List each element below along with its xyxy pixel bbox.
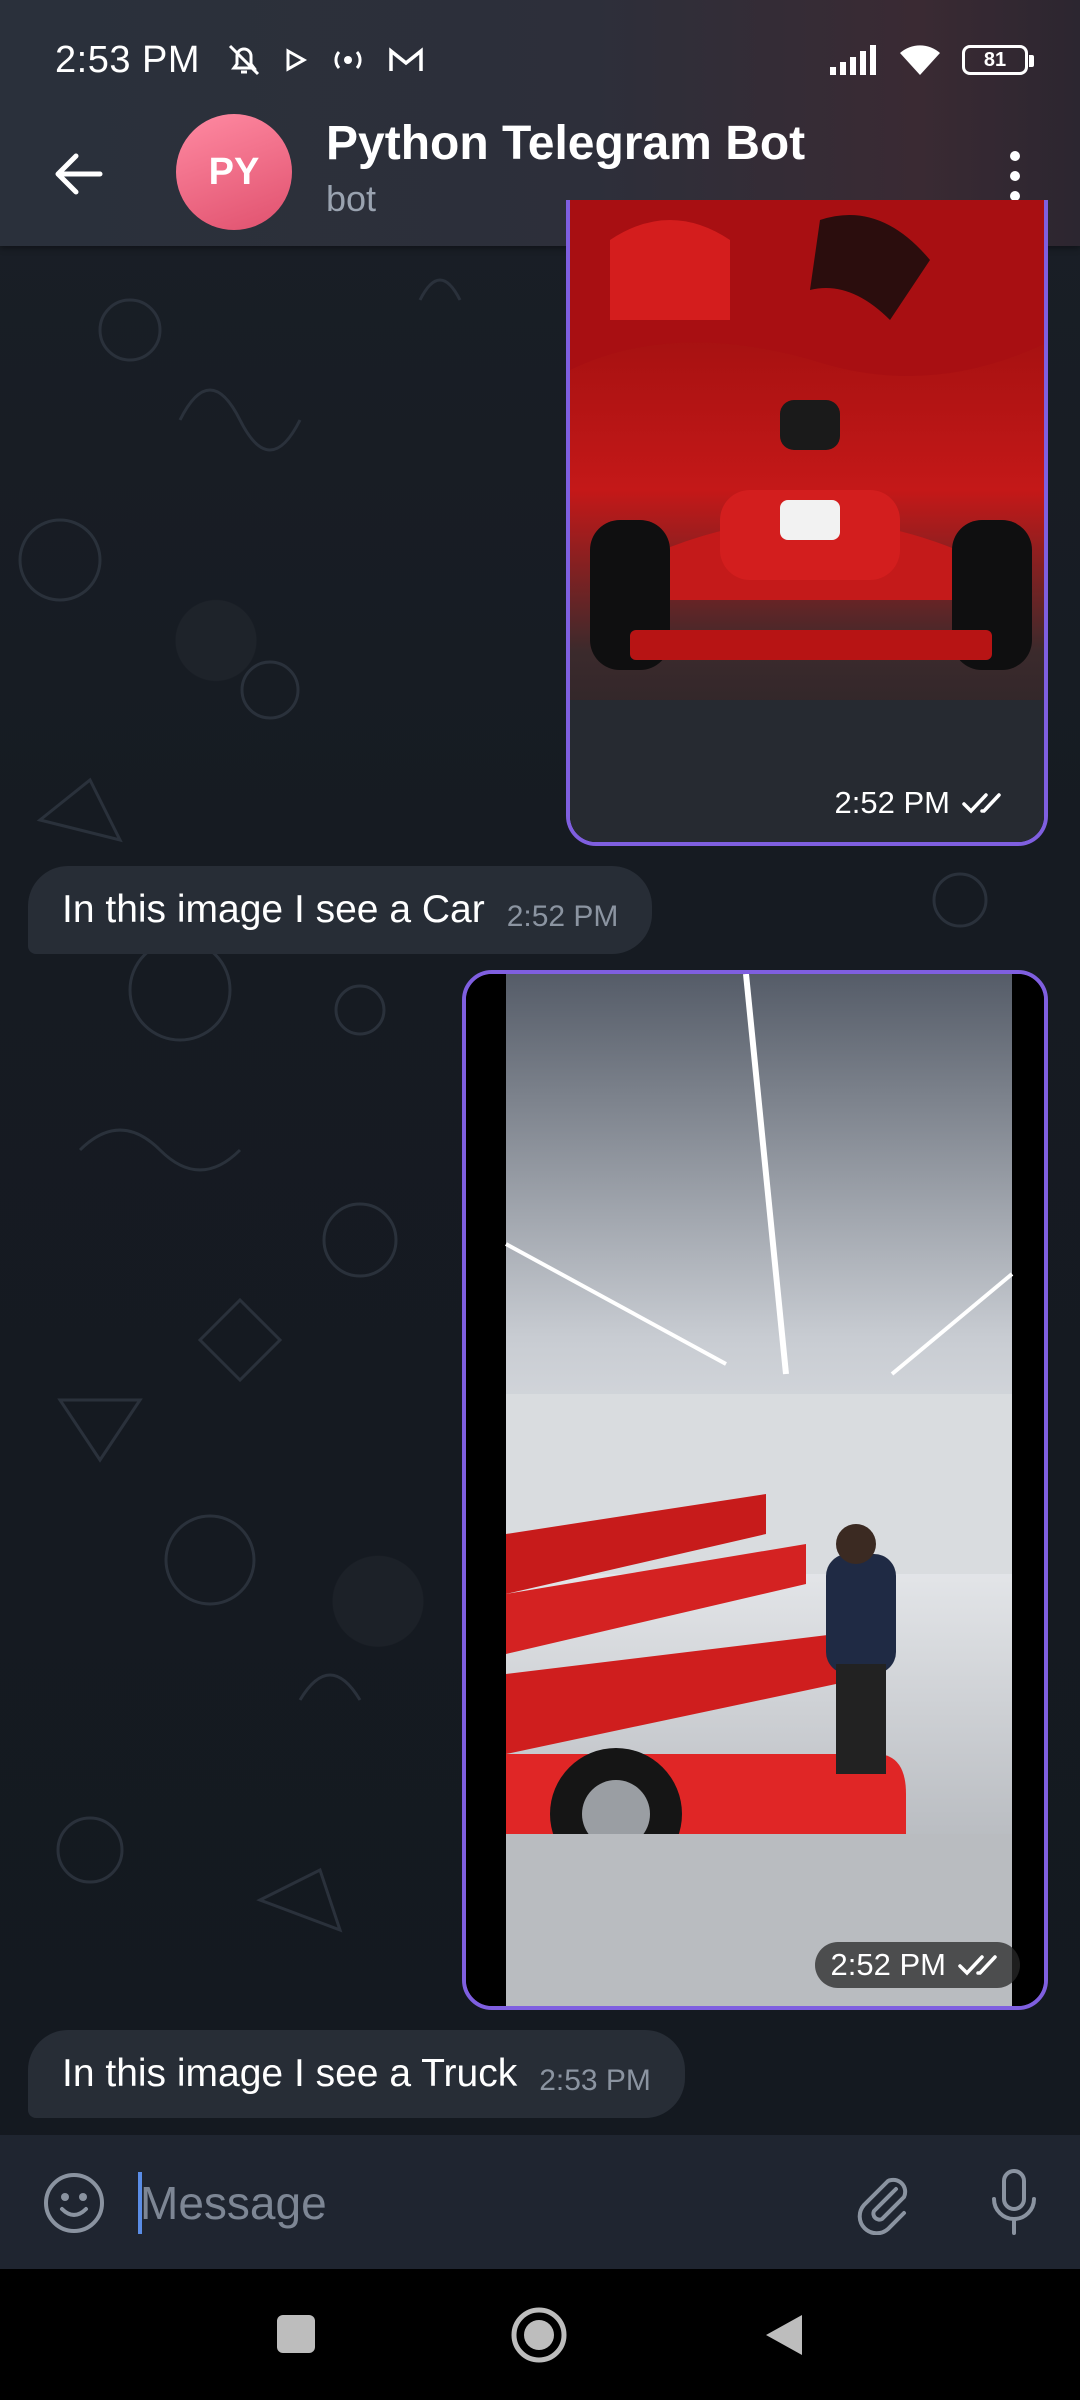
message-time: 2:52 PM (834, 785, 950, 820)
microphone-icon[interactable] (982, 2167, 1046, 2239)
message-input[interactable] (140, 2163, 800, 2243)
gmail-icon (389, 47, 423, 71)
play-icon (286, 48, 308, 72)
message-meta: 2:52 PM (814, 1942, 1020, 1988)
message-text: In this image I see a Truck (62, 2052, 518, 2095)
more-options-icon[interactable] (1000, 146, 1030, 206)
message-meta: 2:52 PM (819, 780, 1024, 826)
nav-back-icon[interactable] (762, 2311, 806, 2359)
home-icon[interactable] (510, 2306, 568, 2364)
system-nav-bar (0, 2269, 1080, 2400)
status-time: 2:53 PM (55, 38, 201, 81)
back-arrow-icon[interactable] (50, 146, 106, 202)
bell-off-icon (228, 44, 260, 76)
signal-icon (830, 45, 876, 75)
outgoing-photo-message[interactable]: 2:52 PM (566, 200, 1048, 846)
attach-icon[interactable] (852, 2171, 916, 2235)
status-bar: 2:53 PM 81 (0, 0, 1080, 120)
wifi-icon (900, 45, 940, 75)
double-check-icon (962, 793, 1001, 814)
radio-icon (334, 51, 362, 69)
chat-subtitle: bot (326, 178, 377, 219)
recent-apps-icon[interactable] (275, 2313, 317, 2355)
message-time: 2:53 PM (539, 2064, 651, 2097)
battery-icon: 81 (962, 45, 1034, 75)
garage-cars-photo (466, 974, 1044, 2006)
outgoing-photo-message[interactable]: 2:52 PM (462, 970, 1048, 2010)
incoming-text-message[interactable]: In this image I see a Car 2:52 PM (28, 866, 653, 954)
message-input-bar (0, 2135, 1080, 2269)
emoji-icon[interactable] (42, 2171, 106, 2235)
message-text: In this image I see a Car (62, 888, 485, 931)
incoming-text-message[interactable]: In this image I see a Truck 2:53 PM (28, 2030, 685, 2118)
double-check-icon (958, 1955, 997, 1976)
message-time: 2:52 PM (830, 1947, 946, 1982)
battery-level: 81 (983, 48, 1007, 71)
racing-car-photo (570, 200, 1044, 842)
message-time: 2:52 PM (506, 900, 619, 933)
bot-avatar[interactable]: PY (176, 114, 292, 230)
chat-title[interactable]: Python Telegram Bot (326, 116, 805, 171)
avatar-initials: PY (208, 150, 260, 193)
